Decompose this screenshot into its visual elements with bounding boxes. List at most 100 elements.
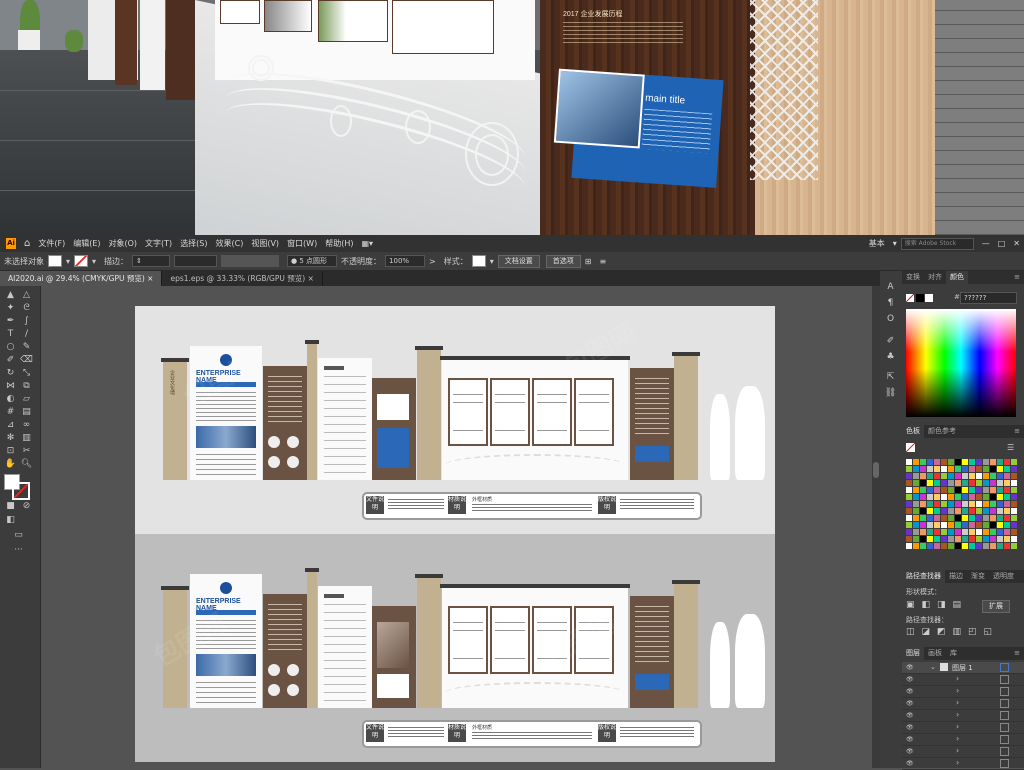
arrange-documents-icon[interactable]: ▦▾ [357, 239, 377, 248]
stroke-color-box[interactable] [12, 482, 30, 500]
color-swatch[interactable] [976, 480, 982, 486]
menu-file[interactable]: 文件(F) [34, 238, 69, 249]
color-swatch[interactable] [997, 536, 1003, 542]
color-swatch[interactable] [1011, 529, 1017, 535]
color-swatch[interactable] [927, 473, 933, 479]
visibility-eye-icon[interactable]: 👁︎ [906, 664, 914, 671]
expand-chevron-icon[interactable]: › [956, 722, 959, 731]
color-swatch[interactable] [962, 494, 968, 500]
color-swatch[interactable] [1011, 543, 1017, 549]
color-swatch[interactable] [948, 473, 954, 479]
hex-input[interactable]: ?????? [960, 292, 1017, 304]
perspective-grid-icon[interactable]: ▱ [20, 393, 33, 405]
color-swatch[interactable] [962, 487, 968, 493]
color-swatch[interactable] [941, 466, 947, 472]
minimize-icon[interactable]: — [978, 239, 994, 248]
color-swatch[interactable] [941, 522, 947, 528]
color-swatch[interactable] [1011, 515, 1017, 521]
color-swatch[interactable] [934, 508, 940, 514]
color-swatch[interactable] [1011, 536, 1017, 542]
color-swatch[interactable] [934, 543, 940, 549]
color-swatch[interactable] [976, 501, 982, 507]
color-swatch[interactable] [983, 480, 989, 486]
color-swatch[interactable] [1011, 501, 1017, 507]
menu-effect[interactable]: 效果(C) [212, 238, 248, 249]
color-swatch[interactable] [920, 522, 926, 528]
color-swatch[interactable] [927, 529, 933, 535]
panel-menu-icon[interactable]: ≡ [1010, 425, 1024, 438]
variable-width-select[interactable] [174, 255, 218, 267]
color-swatch[interactable] [948, 501, 954, 507]
menu-select[interactable]: 选择(S) [176, 238, 211, 249]
expand-chevron-icon[interactable]: › [956, 734, 959, 743]
graph-tool-icon[interactable]: ▥ [20, 432, 33, 444]
stroke-swatch[interactable] [74, 255, 89, 267]
color-swatch[interactable] [1004, 536, 1010, 542]
color-swatch[interactable] [955, 494, 961, 500]
color-swatch[interactable] [955, 501, 961, 507]
expand-chevron-icon[interactable]: ⌄ [930, 663, 936, 671]
tab-color-guide[interactable]: 颜色参考 [924, 425, 960, 438]
shaper-tool-icon[interactable]: ✐ [4, 354, 17, 366]
black-swatch[interactable] [916, 294, 924, 302]
color-swatch[interactable] [941, 543, 947, 549]
color-swatch[interactable] [927, 459, 933, 465]
color-swatch[interactable] [997, 543, 1003, 549]
color-swatch[interactable] [955, 536, 961, 542]
color-swatch[interactable] [1011, 487, 1017, 493]
color-swatch[interactable] [976, 536, 982, 542]
tab-pathfinder[interactable]: 路径查找器 [902, 570, 945, 583]
sublayer-row[interactable]: 👁︎ › [902, 758, 1024, 770]
color-swatch[interactable] [1004, 522, 1010, 528]
color-swatch[interactable] [913, 529, 919, 535]
color-swatch[interactable] [983, 487, 989, 493]
color-swatch[interactable] [997, 494, 1003, 500]
color-swatch[interactable] [948, 466, 954, 472]
color-swatch[interactable] [941, 494, 947, 500]
pathfinder-buttons[interactable]: ◫◪◩▥◰◱ [906, 627, 999, 637]
color-swatch[interactable] [969, 508, 975, 514]
layer-row[interactable]: 👁︎ ⌄ 图层 1 [902, 662, 1024, 674]
color-swatch[interactable] [913, 459, 919, 465]
tab-transparency[interactable]: 透明度 [989, 570, 1018, 583]
color-swatch[interactable] [934, 480, 940, 486]
tab-align[interactable]: 对齐 [924, 271, 946, 284]
width-tool-icon[interactable]: ⋈ [4, 380, 17, 392]
color-swatch[interactable] [1004, 473, 1010, 479]
color-swatch[interactable] [1011, 494, 1017, 500]
color-swatch[interactable] [1011, 508, 1017, 514]
color-swatch[interactable] [920, 536, 926, 542]
stroke-chevron-icon[interactable]: ▾ [92, 257, 96, 266]
color-swatch[interactable] [962, 543, 968, 549]
expand-chevron-icon[interactable]: › [956, 710, 959, 719]
color-swatch[interactable] [927, 466, 933, 472]
color-swatch[interactable] [990, 522, 996, 528]
color-swatch[interactable] [990, 543, 996, 549]
color-swatch[interactable] [948, 515, 954, 521]
color-swatch[interactable] [913, 473, 919, 479]
color-swatch[interactable] [927, 536, 933, 542]
menu-help[interactable]: 帮助(H) [321, 238, 357, 249]
color-swatch[interactable] [976, 494, 982, 500]
color-swatch[interactable] [906, 466, 912, 472]
gradient-tool-icon[interactable]: ▤ [20, 406, 33, 418]
color-swatch[interactable] [913, 487, 919, 493]
color-swatch[interactable] [976, 543, 982, 549]
color-swatch[interactable] [969, 529, 975, 535]
color-swatch[interactable] [1004, 501, 1010, 507]
color-swatch[interactable] [941, 487, 947, 493]
sublayer-row[interactable]: 👁︎ › [902, 674, 1024, 686]
color-swatch[interactable] [997, 466, 1003, 472]
color-swatch[interactable] [906, 501, 912, 507]
layer-target-circle[interactable] [1000, 663, 1009, 672]
color-spectrum[interactable] [906, 309, 1016, 417]
swatch-grid[interactable] [906, 459, 1017, 559]
color-swatch[interactable] [920, 494, 926, 500]
tab-ai2020[interactable]: AI2020.ai @ 29.4% (CMYK/GPU 预览) × [0, 271, 163, 286]
color-swatch[interactable] [948, 480, 954, 486]
color-swatch[interactable] [906, 487, 912, 493]
color-swatch[interactable] [962, 501, 968, 507]
color-swatch[interactable] [997, 473, 1003, 479]
panel-menu-icon[interactable]: ≡ [1010, 647, 1024, 660]
color-swatch[interactable] [955, 480, 961, 486]
